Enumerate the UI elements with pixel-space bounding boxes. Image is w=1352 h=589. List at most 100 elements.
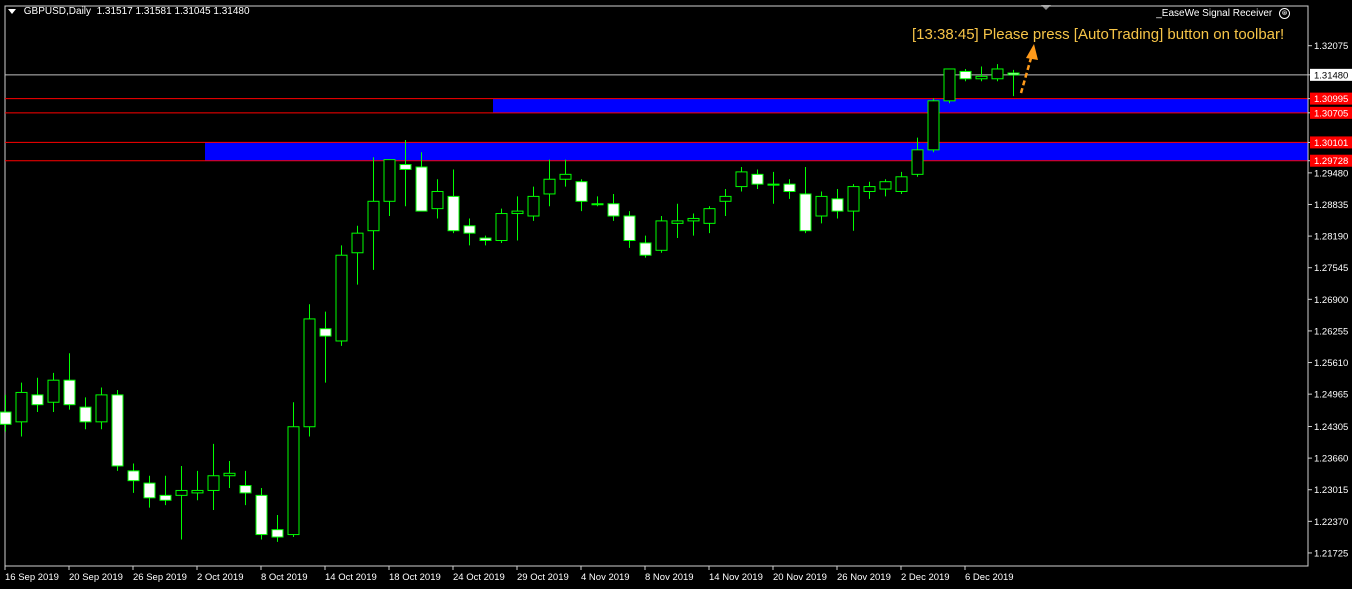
candle-body bbox=[303, 318, 316, 428]
candle-body bbox=[687, 217, 700, 222]
candle bbox=[383, 159, 396, 217]
candle bbox=[351, 225, 364, 285]
candle bbox=[15, 382, 28, 437]
price-tick-label: 1.22370 bbox=[1314, 517, 1348, 528]
candle-body bbox=[463, 225, 476, 234]
price-tick-label: 1.21725 bbox=[1314, 548, 1348, 559]
price-axis: 1.32075 1.31480 1.30995 1.30705 1.30101 1.297… bbox=[1307, 6, 1352, 566]
candle-body bbox=[335, 254, 348, 342]
candle bbox=[31, 377, 44, 413]
time-tick-label: 14 Nov 2019 bbox=[709, 572, 763, 583]
time-axis: 16 Sep 2019 20 Sep 2019 26 Sep 2019 2 Oct 2… bbox=[4, 566, 1014, 583]
candle-body bbox=[191, 489, 204, 494]
candle-body bbox=[127, 470, 140, 482]
candle bbox=[271, 514, 284, 542]
candle bbox=[575, 179, 588, 212]
time-tick-label: 18 Oct 2019 bbox=[389, 572, 441, 583]
candle-body bbox=[847, 186, 860, 212]
candle bbox=[703, 206, 716, 234]
candle bbox=[783, 179, 796, 199]
time-tick-label: 8 Oct 2019 bbox=[261, 572, 307, 583]
candle-body bbox=[543, 178, 556, 195]
candle bbox=[127, 463, 140, 493]
candle-body bbox=[927, 100, 940, 151]
candle bbox=[111, 389, 124, 471]
candle-body bbox=[767, 183, 780, 186]
candle-body bbox=[495, 213, 508, 242]
candle-body bbox=[591, 203, 604, 206]
candle-body bbox=[911, 149, 924, 175]
price-tick-label: 1.31480 bbox=[1314, 70, 1348, 81]
time-tick-label: 26 Nov 2019 bbox=[837, 572, 891, 583]
candle bbox=[543, 159, 556, 207]
candle-body bbox=[863, 186, 876, 192]
candle bbox=[799, 166, 812, 234]
arrow-shaft bbox=[1019, 57, 1033, 94]
candle bbox=[639, 235, 652, 258]
candle bbox=[191, 470, 204, 501]
candle-body bbox=[447, 195, 460, 232]
candle-body bbox=[47, 379, 60, 403]
candle-body bbox=[623, 215, 636, 242]
zones-group bbox=[5, 98, 1308, 162]
candle bbox=[767, 171, 780, 204]
time-tick-label: 24 Oct 2019 bbox=[453, 572, 505, 583]
time-tick-label: 6 Dec 2019 bbox=[965, 572, 1014, 583]
candle-body bbox=[367, 200, 380, 232]
candle bbox=[63, 353, 76, 410]
candle-body bbox=[751, 173, 764, 185]
candle bbox=[671, 203, 684, 239]
candle bbox=[495, 208, 508, 243]
candle-body bbox=[239, 485, 252, 494]
candle bbox=[207, 443, 220, 511]
candle bbox=[463, 218, 476, 246]
candle-body bbox=[0, 411, 12, 425]
price-tick-label: 1.25610 bbox=[1314, 358, 1348, 369]
candle-body bbox=[143, 482, 156, 499]
candle-body bbox=[175, 489, 188, 496]
candle bbox=[431, 179, 444, 219]
price-tick-label: 1.30995 bbox=[1314, 94, 1348, 105]
time-tick-label: 26 Sep 2019 bbox=[133, 572, 187, 583]
price-tick-label: 1.24305 bbox=[1314, 422, 1348, 433]
candle-body bbox=[511, 210, 524, 215]
candle bbox=[143, 475, 156, 508]
candle bbox=[927, 98, 940, 153]
candle-body bbox=[671, 220, 684, 224]
candle-body bbox=[783, 183, 796, 192]
candle-body bbox=[159, 494, 172, 501]
candle bbox=[607, 193, 620, 221]
candle bbox=[991, 64, 1004, 82]
time-tick-label: 2 Dec 2019 bbox=[901, 572, 950, 583]
candle bbox=[591, 196, 604, 207]
candle-body bbox=[415, 166, 428, 212]
candle bbox=[687, 213, 700, 236]
candle bbox=[623, 211, 636, 248]
price-tick-label: 1.26900 bbox=[1314, 295, 1348, 306]
candles-group bbox=[0, 64, 1020, 542]
candle-body bbox=[639, 242, 652, 256]
plot-frame bbox=[4, 5, 1309, 567]
zone-rect bbox=[493, 98, 1308, 113]
candle-body bbox=[527, 195, 540, 217]
candle bbox=[239, 470, 252, 506]
candle bbox=[831, 189, 844, 219]
time-tick-label: 14 Oct 2019 bbox=[325, 572, 377, 583]
price-chart[interactable]: 1.32075 1.31480 1.30995 1.30705 1.30101 1.297… bbox=[0, 0, 1352, 589]
time-tick-label: 16 Sep 2019 bbox=[5, 572, 59, 583]
price-tick-label: 1.32075 bbox=[1314, 41, 1348, 52]
candle-body bbox=[383, 159, 396, 202]
candle bbox=[79, 397, 92, 430]
candle bbox=[735, 166, 748, 192]
candle bbox=[559, 159, 572, 187]
candle bbox=[95, 387, 108, 430]
price-tick-label: 1.29728 bbox=[1314, 156, 1348, 167]
candle bbox=[47, 372, 60, 413]
candle-body bbox=[287, 426, 300, 536]
candle bbox=[879, 179, 892, 197]
candle-body bbox=[223, 472, 236, 477]
price-tick-label: 1.23660 bbox=[1314, 454, 1348, 465]
price-tick-label: 1.30101 bbox=[1314, 138, 1348, 149]
time-tick-label: 29 Oct 2019 bbox=[517, 572, 569, 583]
time-tick-label: 20 Sep 2019 bbox=[69, 572, 123, 583]
